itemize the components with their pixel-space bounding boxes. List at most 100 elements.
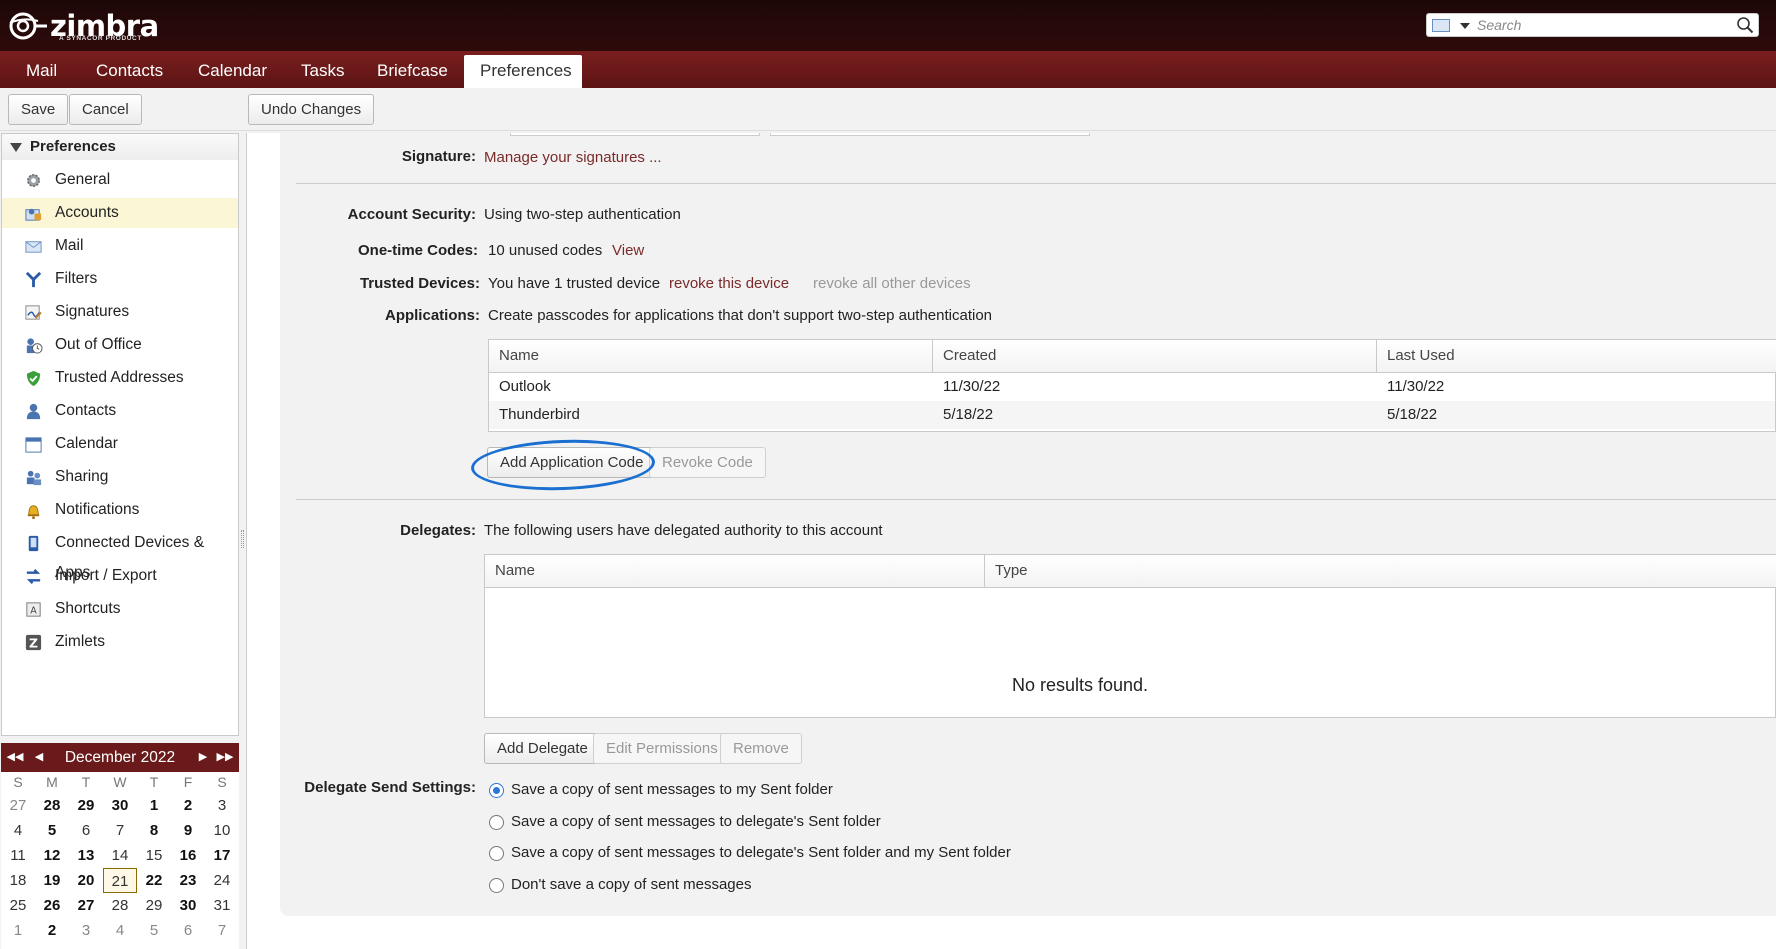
calendar-day[interactable]: 30: [103, 793, 137, 818]
calendar-day[interactable]: 1: [1, 918, 35, 943]
column-header-last-used[interactable]: Last Used: [1377, 340, 1776, 372]
column-header-type[interactable]: Type: [985, 555, 1776, 587]
add-delegate-button[interactable]: Add Delegate: [484, 733, 601, 764]
calendar-day[interactable]: 28: [35, 793, 69, 818]
sidebar-item-zimlets[interactable]: Z Zimlets: [2, 627, 238, 657]
sidebar-item-shortcuts[interactable]: A Shortcuts: [2, 594, 238, 624]
sidebar-splitter-handle[interactable]: [241, 530, 244, 548]
calendar-day[interactable]: 30: [171, 893, 205, 918]
calendar-day[interactable]: 12: [35, 843, 69, 868]
prev-year-icon[interactable]: ◀◀: [5, 743, 25, 772]
calendar-day[interactable]: 17: [205, 843, 239, 868]
calendar-day[interactable]: 20: [69, 868, 103, 893]
edit-permissions-button[interactable]: Edit Permissions: [593, 733, 731, 764]
collapse-triangle-icon[interactable]: [10, 143, 22, 152]
column-header-created[interactable]: Created: [933, 340, 1377, 372]
calendar-day[interactable]: 14: [103, 843, 137, 868]
send-option-delegate-sent[interactable]: Save a copy of sent messages to delegate…: [489, 810, 881, 834]
sidebar-item-out-of-office[interactable]: Out of Office: [2, 330, 238, 360]
calendar-day-today[interactable]: 21: [103, 868, 137, 893]
column-header-name[interactable]: Name: [485, 555, 985, 587]
calendar-day[interactable]: 13: [69, 843, 103, 868]
calendar-day[interactable]: 4: [103, 918, 137, 943]
calendar-day[interactable]: 22: [137, 868, 171, 893]
next-month-icon[interactable]: ▶: [193, 743, 213, 772]
sidebar-item-filters[interactable]: Filters: [2, 264, 238, 294]
envelope-icon[interactable]: [1432, 19, 1450, 32]
calendar-day[interactable]: 4: [1, 818, 35, 843]
column-header-name[interactable]: Name: [489, 340, 933, 372]
calendar-day[interactable]: 19: [35, 868, 69, 893]
send-option-both-sent[interactable]: Save a copy of sent messages to delegate…: [489, 841, 1011, 865]
save-button[interactable]: Save: [8, 94, 69, 125]
prev-month-icon[interactable]: ◀: [29, 743, 49, 772]
revoke-this-device-link[interactable]: revoke this device: [669, 275, 789, 292]
tab-calendar[interactable]: Calendar: [182, 55, 283, 88]
tab-preferences[interactable]: Preferences: [464, 55, 582, 88]
undo-changes-button[interactable]: Undo Changes: [248, 94, 375, 125]
calendar-day[interactable]: 7: [205, 918, 239, 943]
view-codes-link[interactable]: View: [612, 242, 644, 259]
sidebar-item-import-export[interactable]: Import / Export: [2, 561, 238, 591]
calendar-day[interactable]: 29: [69, 793, 103, 818]
calendar-day[interactable]: 2: [171, 793, 205, 818]
calendar-day[interactable]: 2: [35, 918, 69, 943]
calendar-day[interactable]: 9: [171, 818, 205, 843]
mini-calendar-month[interactable]: December 2022: [65, 749, 175, 766]
calendar-day[interactable]: 1: [137, 793, 171, 818]
calendar-day[interactable]: 23: [171, 868, 205, 893]
radio-button[interactable]: [489, 783, 504, 798]
calendar-day[interactable]: 3: [69, 918, 103, 943]
calendar-day[interactable]: 25: [1, 893, 35, 918]
cancel-button[interactable]: Cancel: [69, 94, 142, 125]
manage-signatures-link[interactable]: Manage your signatures ...: [484, 149, 662, 166]
calendar-day[interactable]: 7: [103, 818, 137, 843]
send-option-no-copy[interactable]: Don't save a copy of sent messages: [489, 873, 752, 897]
zimbra-logo[interactable]: zimbra A SYNACOR PRODUCT: [8, 8, 159, 44]
table-row[interactable]: Thunderbird 5/18/22 5/18/22: [489, 401, 1775, 429]
calendar-day[interactable]: 27: [1, 793, 35, 818]
sidebar-item-trusted-addresses[interactable]: Trusted Addresses: [2, 363, 238, 393]
sidebar-item-sharing[interactable]: Sharing: [2, 462, 238, 492]
tab-tasks[interactable]: Tasks: [285, 55, 360, 88]
sidebar-header[interactable]: Preferences: [2, 134, 238, 160]
sidebar-item-signatures[interactable]: Signatures: [2, 297, 238, 327]
calendar-day[interactable]: 16: [171, 843, 205, 868]
revoke-all-other-devices-link[interactable]: revoke all other devices: [813, 275, 971, 292]
calendar-day[interactable]: 18: [1, 868, 35, 893]
search-icon[interactable]: [1736, 16, 1754, 34]
sidebar-item-accounts[interactable]: Accounts: [2, 198, 238, 228]
calendar-day[interactable]: 11: [1, 843, 35, 868]
calendar-day[interactable]: 24: [205, 868, 239, 893]
revoke-code-button[interactable]: Revoke Code: [649, 447, 766, 478]
calendar-day[interactable]: 6: [171, 918, 205, 943]
calendar-day[interactable]: 28: [103, 893, 137, 918]
remove-delegate-button[interactable]: Remove: [720, 733, 802, 764]
calendar-day[interactable]: 5: [137, 918, 171, 943]
calendar-day[interactable]: 27: [69, 893, 103, 918]
sidebar-item-calendar[interactable]: Calendar: [2, 429, 238, 459]
next-year-icon[interactable]: ▶▶: [215, 743, 235, 772]
search-input[interactable]: [1477, 15, 1727, 35]
send-option-my-sent[interactable]: Save a copy of sent messages to my Sent …: [489, 778, 833, 802]
radio-button[interactable]: [489, 846, 504, 861]
table-row[interactable]: Outlook 11/30/22 11/30/22: [489, 373, 1775, 401]
calendar-day[interactable]: 10: [205, 818, 239, 843]
calendar-day[interactable]: 8: [137, 818, 171, 843]
calendar-day[interactable]: 31: [205, 893, 239, 918]
tab-mail[interactable]: Mail: [10, 55, 73, 88]
sidebar-item-notifications[interactable]: Notifications: [2, 495, 238, 525]
calendar-day[interactable]: 6: [69, 818, 103, 843]
calendar-day[interactable]: 15: [137, 843, 171, 868]
calendar-day[interactable]: 3: [205, 793, 239, 818]
chevron-down-icon[interactable]: [1460, 23, 1470, 29]
radio-button[interactable]: [489, 878, 504, 893]
calendar-day[interactable]: 29: [137, 893, 171, 918]
radio-button[interactable]: [489, 815, 504, 830]
calendar-day[interactable]: 26: [35, 893, 69, 918]
tab-briefcase[interactable]: Briefcase: [361, 55, 464, 88]
sidebar-item-mail[interactable]: Mail: [2, 231, 238, 261]
sidebar-item-connected-devices[interactable]: Connected Devices & Apps: [2, 528, 238, 581]
sidebar-item-contacts[interactable]: Contacts: [2, 396, 238, 426]
tab-contacts[interactable]: Contacts: [80, 55, 179, 88]
